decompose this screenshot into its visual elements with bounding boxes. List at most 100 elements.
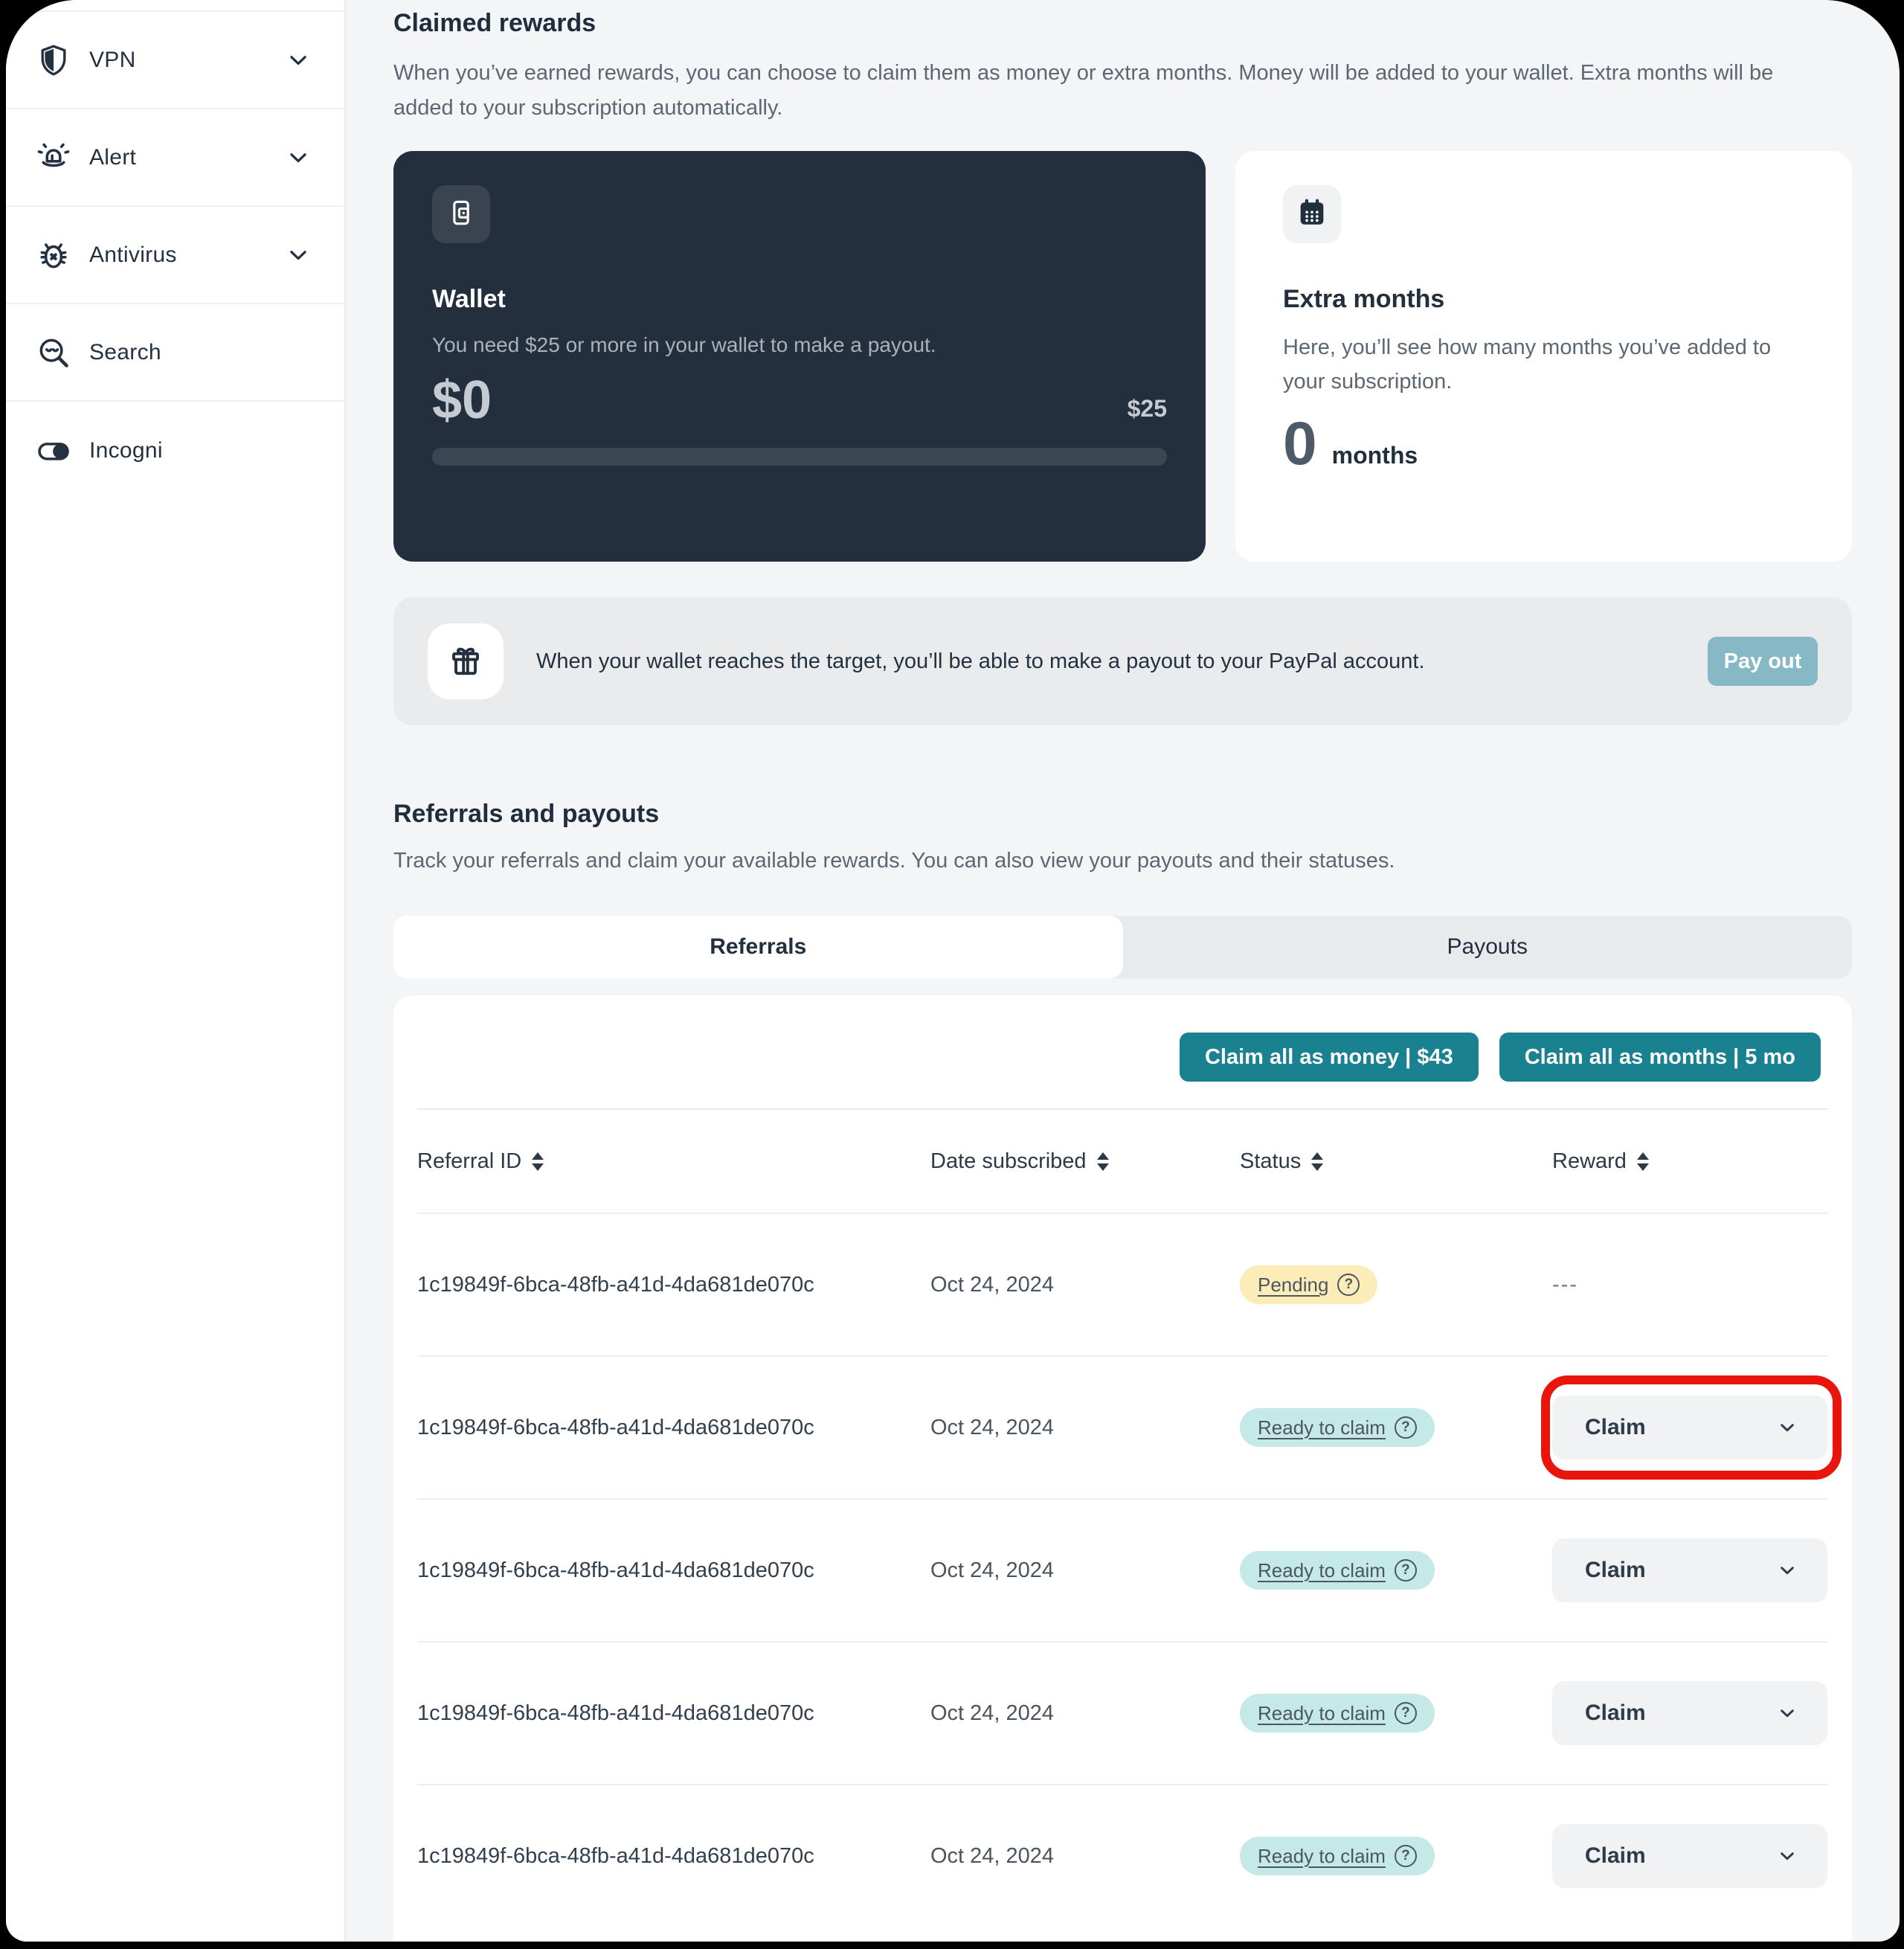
- table-row: 1c19849f-6bca-48fb-a41d-4da681de070c Oct…: [417, 1355, 1842, 1498]
- sort-icon: [532, 1152, 544, 1171]
- referral-id-cell: 1c19849f-6bca-48fb-a41d-4da681de070c: [417, 1558, 814, 1582]
- reward-cell: ---: [1552, 1273, 1828, 1297]
- sidebar-item-alert[interactable]: Alert: [6, 109, 344, 207]
- column-label: Status: [1240, 1149, 1302, 1173]
- sort-icon: [1096, 1152, 1109, 1171]
- claimed-rewards-description: When you’ve earned rewards, you can choo…: [393, 61, 1774, 120]
- status-cell: Ready to claim ?: [1240, 1694, 1552, 1733]
- sidebar-item-label: Incogni: [89, 437, 163, 463]
- referral-id-cell: 1c19849f-6bca-48fb-a41d-4da681de070c: [417, 1701, 814, 1725]
- claim-dropdown-wrap: Claim: [1541, 1375, 1842, 1480]
- sidebar-item-search[interactable]: Search: [6, 304, 344, 402]
- help-icon[interactable]: ?: [1394, 1702, 1417, 1724]
- sidebar-item-label: VPN: [89, 47, 136, 72]
- pay-out-button[interactable]: Pay out: [1708, 637, 1818, 686]
- tab-payouts[interactable]: Payouts: [1123, 916, 1853, 978]
- date-subscribed-cell: Oct 24, 2024: [930, 1843, 1055, 1868]
- status-badge: Ready to claim ?: [1240, 1408, 1435, 1447]
- sidebar-item-incogni[interactable]: Incogni: [6, 402, 344, 499]
- sidebar-nav: VPN Alert Antivirus Search Incogni: [6, 10, 344, 499]
- help-icon[interactable]: ?: [1337, 1274, 1360, 1296]
- no-reward-placeholder: ---: [1552, 1272, 1578, 1297]
- claim-all-as-months-button[interactable]: Claim all as months | 5 mo: [1499, 1033, 1821, 1082]
- claim-all-as-money-button[interactable]: Claim all as money | $43: [1179, 1033, 1479, 1082]
- claim-button-label: Claim: [1585, 1701, 1646, 1725]
- referrals-payouts-tabs: Referrals Payouts: [393, 916, 1852, 978]
- wallet-balance: $0: [432, 370, 492, 430]
- reward-cell: Claim: [1552, 1538, 1828, 1602]
- gift-icon: [446, 640, 485, 683]
- column-label: Referral ID: [417, 1149, 522, 1173]
- status-label[interactable]: Ready to claim: [1258, 1845, 1386, 1868]
- reward-cell: Claim: [1541, 1375, 1842, 1480]
- referral-id-cell: 1c19849f-6bca-48fb-a41d-4da681de070c: [417, 1843, 814, 1868]
- chevron-down-icon: [285, 242, 312, 269]
- date-subscribed-cell: Oct 24, 2024: [930, 1272, 1055, 1297]
- status-label[interactable]: Ready to claim: [1258, 1559, 1386, 1582]
- referral-id-cell: 1c19849f-6bca-48fb-a41d-4da681de070c: [417, 1272, 814, 1297]
- help-icon[interactable]: ?: [1394, 1416, 1417, 1439]
- table-header-row: Referral ID Date subscribed Status Rewar…: [417, 1108, 1828, 1213]
- tab-referrals[interactable]: Referrals: [393, 916, 1123, 978]
- payout-banner: When your wallet reaches the target, you…: [393, 597, 1852, 725]
- claim-reward-button[interactable]: Claim: [1552, 1396, 1827, 1460]
- calendar-icon-tile: [1283, 185, 1341, 243]
- wallet-amount-row: $0 $25: [432, 373, 1167, 427]
- reward-cell: Claim: [1552, 1681, 1828, 1745]
- main-content: Claimed rewards When you’ve earned rewar…: [346, 0, 1900, 1942]
- extra-months-value-row: 0 months: [1283, 410, 1804, 478]
- wallet-icon: [445, 196, 477, 233]
- referrals-table-card: Claim all as money | $43 Claim all as mo…: [393, 995, 1852, 1942]
- chevron-down-icon: [1781, 1424, 1794, 1432]
- claim-button-label: Claim: [1585, 1415, 1646, 1439]
- sidebar-item-label: Antivirus: [89, 242, 177, 267]
- column-header-status[interactable]: Status: [1240, 1149, 1552, 1174]
- extra-months-title: Extra months: [1283, 285, 1445, 313]
- date-subscribed-cell: Oct 24, 2024: [930, 1558, 1055, 1582]
- table-body: 1c19849f-6bca-48fb-a41d-4da681de070c Oct…: [417, 1213, 1842, 1927]
- status-cell: Ready to claim ?: [1240, 1551, 1552, 1590]
- wallet-description: You need $25 or more in your wallet to m…: [432, 333, 936, 356]
- claim-dropdown-wrap: Claim: [1552, 1824, 1827, 1888]
- wallet-progress-bar: [432, 448, 1167, 466]
- help-icon[interactable]: ?: [1394, 1559, 1417, 1582]
- wallet-title: Wallet: [432, 285, 506, 313]
- column-header-referral-id[interactable]: Referral ID: [417, 1149, 930, 1174]
- claim-dropdown-wrap: Claim: [1552, 1538, 1827, 1602]
- extra-months-value: 0: [1283, 410, 1317, 478]
- sidebar-item-antivirus[interactable]: Antivirus: [6, 207, 344, 304]
- wallet-card: Wallet You need $25 or more in your wall…: [393, 151, 1206, 562]
- column-header-date-subscribed[interactable]: Date subscribed: [930, 1149, 1240, 1174]
- help-icon[interactable]: ?: [1394, 1845, 1417, 1867]
- sort-icon: [1311, 1152, 1324, 1171]
- status-label[interactable]: Ready to claim: [1258, 1416, 1386, 1439]
- wallet-target: $25: [1127, 395, 1167, 422]
- referrals-section-title: Referrals and payouts: [393, 800, 660, 828]
- status-badge: Ready to claim ?: [1240, 1551, 1435, 1590]
- date-subscribed-cell: Oct 24, 2024: [930, 1701, 1055, 1725]
- referral-id-cell: 1c19849f-6bca-48fb-a41d-4da681de070c: [417, 1415, 814, 1439]
- chevron-down-icon: [285, 144, 312, 171]
- magnifier-icon: [34, 333, 73, 372]
- status-cell: Ready to claim ?: [1240, 1837, 1552, 1875]
- status-cell: Pending ?: [1240, 1265, 1552, 1304]
- status-label[interactable]: Pending: [1258, 1274, 1328, 1297]
- claim-all-actions: Claim all as money | $43 Claim all as mo…: [417, 995, 1828, 1108]
- bug-icon: [34, 236, 73, 274]
- claim-reward-button[interactable]: Claim: [1552, 1824, 1827, 1888]
- sidebar: VPN Alert Antivirus Search Incogni: [6, 0, 346, 1942]
- status-badge: Pending ?: [1240, 1265, 1378, 1304]
- table-row: 1c19849f-6bca-48fb-a41d-4da681de070c Oct…: [417, 1641, 1828, 1784]
- referrals-section-description: Track your referrals and claim your avai…: [393, 849, 1395, 873]
- sidebar-item-vpn[interactable]: VPN: [6, 12, 344, 109]
- claim-reward-button[interactable]: Claim: [1552, 1681, 1827, 1745]
- date-subscribed-cell: Oct 24, 2024: [930, 1415, 1055, 1439]
- column-label: Reward: [1552, 1149, 1627, 1173]
- status-label[interactable]: Ready to claim: [1258, 1702, 1386, 1725]
- wallet-icon-tile: [432, 185, 490, 243]
- status-cell: Ready to claim ?: [1240, 1408, 1552, 1447]
- gift-icon-tile: [428, 623, 504, 699]
- extra-months-card: Extra months Here, you’ll see how many m…: [1235, 151, 1852, 562]
- column-header-reward[interactable]: Reward: [1552, 1149, 1828, 1174]
- claim-reward-button[interactable]: Claim: [1552, 1538, 1827, 1602]
